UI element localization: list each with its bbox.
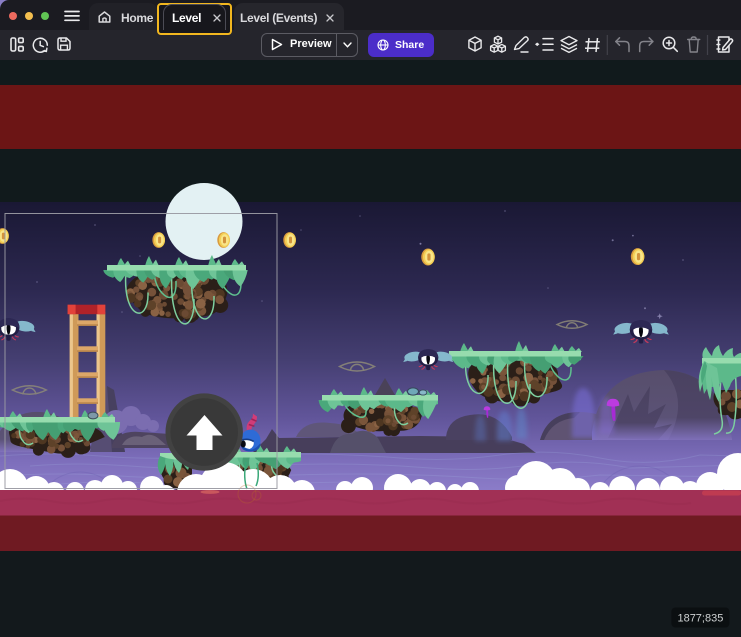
svg-text:1877;835: 1877;835 bbox=[677, 613, 723, 625]
